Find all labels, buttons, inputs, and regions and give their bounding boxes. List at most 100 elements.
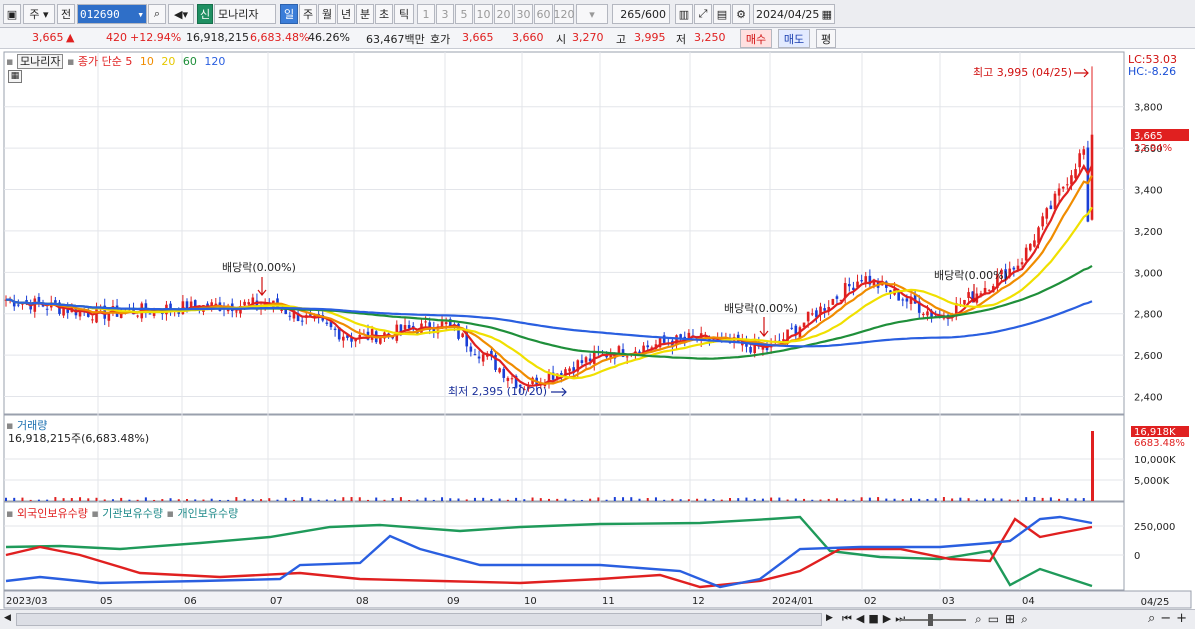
high-annotation: 최고 3,995 (04/25) [973,66,1072,79]
candle-body [280,309,283,311]
candle-body [1061,186,1065,189]
candle-body [66,309,70,313]
volume-bar [424,497,427,501]
candle-body [469,346,473,352]
zoom-slider-handle[interactable] [928,614,933,626]
interval-5-button[interactable]: 5 [455,4,473,24]
interval-120-button[interactable]: 120 [554,4,575,24]
volume-bar [334,499,337,501]
volume-bar [967,498,970,501]
save-icon[interactable]: ▤ [713,4,731,24]
individual-holding-legend[interactable]: 개인보유수량 [177,507,238,520]
candle-body [860,280,863,282]
volume-bar [548,498,550,501]
scroll-right-icon[interactable]: ▶ [826,613,836,626]
x-axis-end-label: 04/25 [1141,597,1170,608]
settings-gear-icon[interactable]: ⚙ [732,4,750,24]
price-change: 420 [106,31,127,44]
buy-button[interactable]: 매수 [740,29,772,48]
volume-bar [992,498,995,501]
hc-label: HC:-8.26 [1128,65,1176,78]
volume-bar [235,497,238,501]
period-day-button[interactable]: 일 [280,4,298,24]
volume-bar [597,497,600,501]
stock-name[interactable]: 모나리자 [214,4,276,24]
candle-body [823,308,826,311]
eval-button[interactable]: 평 [816,29,836,48]
volume-bar [539,498,542,501]
zoom-in-out-icons[interactable]: ⌕−+ [1148,611,1192,626]
candle-body [477,356,481,359]
volume-bar [284,497,287,501]
low-label: 저 [676,33,687,46]
interval-10-button[interactable]: 10 [474,4,493,24]
stock-legend[interactable]: 모나리자 [16,54,64,69]
ma-60-legend: 60 [182,55,197,68]
foreign-holding-legend[interactable]: 외국인보유수량 [17,507,88,520]
price-y-tick: 2,600 [1134,351,1163,362]
candle-body [580,360,584,364]
draw-tool-icon[interactable]: ⤢ [694,4,712,24]
price-y-tick: 2,800 [1134,310,1163,321]
price-y-tick: 3,000 [1134,268,1163,279]
institution-holding-legend[interactable]: 기관보유수량 [102,507,163,520]
calculator-icon[interactable]: ▦ [8,70,22,83]
volume-bar [572,499,575,501]
custom-interval-select[interactable]: ▾ [576,4,608,24]
volume-bar [1008,499,1011,501]
volume-bar [934,498,937,501]
period-minute-button[interactable]: 분 [356,4,374,24]
candle-body [831,299,835,305]
speaker-icon[interactable]: ◀▾ [168,4,194,24]
candle-body [646,345,650,348]
zoom-slider[interactable] [900,619,966,621]
chart-area[interactable]: 2023/03 05 06 07 08 09 10 11 12 2024/01 02 03 043,80… [0,49,1195,609]
window-menu-icon[interactable]: ▣ [3,4,21,24]
period-second-button[interactable]: 초 [375,4,393,24]
stock-code-input[interactable]: 012690 ▾ [77,4,147,24]
volume-bar [350,497,353,501]
scroll-track[interactable] [16,613,822,626]
prev-button[interactable]: 전 [57,4,75,24]
candle-body [1074,169,1077,179]
volume-bar [737,498,740,501]
period-tick-button[interactable]: 틱 [394,4,414,24]
candle-type-icon[interactable]: ▥ [675,4,693,24]
date-input[interactable]: 2024/04/25 ▦ [753,4,835,24]
period-month-button[interactable]: 월 [318,4,336,24]
x-axis-label: 02 [864,596,877,607]
interval-60-button[interactable]: 60 [534,4,553,24]
quote-bar: 3,665 ▲ 420 +12.94% 16,918,215 6,683.48%… [0,28,1195,49]
ma-legend-label[interactable]: 종가 단순 [78,55,122,68]
sell-button[interactable]: 매도 [778,29,810,48]
candle-body [1049,205,1053,210]
search-icon[interactable]: ⌕ [148,4,166,24]
interval-20-button[interactable]: 20 [494,4,513,24]
candle-body [107,313,111,321]
candle-body [333,328,337,331]
scroll-left-icon[interactable]: ◀ [4,613,14,626]
period-week-button[interactable]: 주 [299,4,317,24]
candle-body [243,301,246,306]
interval-1-button[interactable]: 1 [417,4,435,24]
volume-bar [671,498,674,501]
interval-30-button[interactable]: 30 [514,4,533,24]
candle-body [62,308,65,316]
period-year-button[interactable]: 년 [337,4,355,24]
candle-body [1033,240,1036,247]
x-axis-label: 12 [692,596,705,607]
data-count-input[interactable]: 265/600 [612,4,670,24]
volume-bar [37,499,40,501]
hoga-ask: 3,665 [462,31,494,44]
open-price: 3,270 [572,31,604,44]
legend-square-icon: ▪ [6,507,14,520]
candle-body [905,298,909,302]
view-tool-icons[interactable]: ⌕▭⊞⌕ [975,612,1034,627]
interval-3-button[interactable]: 3 [436,4,454,24]
volume-bar [729,498,731,501]
market-select[interactable]: 주 ▾ [23,4,55,24]
candle-body [790,327,794,329]
x-axis-label: 11 [602,596,615,607]
volume-bar [62,498,65,501]
candle-body [1078,153,1081,168]
